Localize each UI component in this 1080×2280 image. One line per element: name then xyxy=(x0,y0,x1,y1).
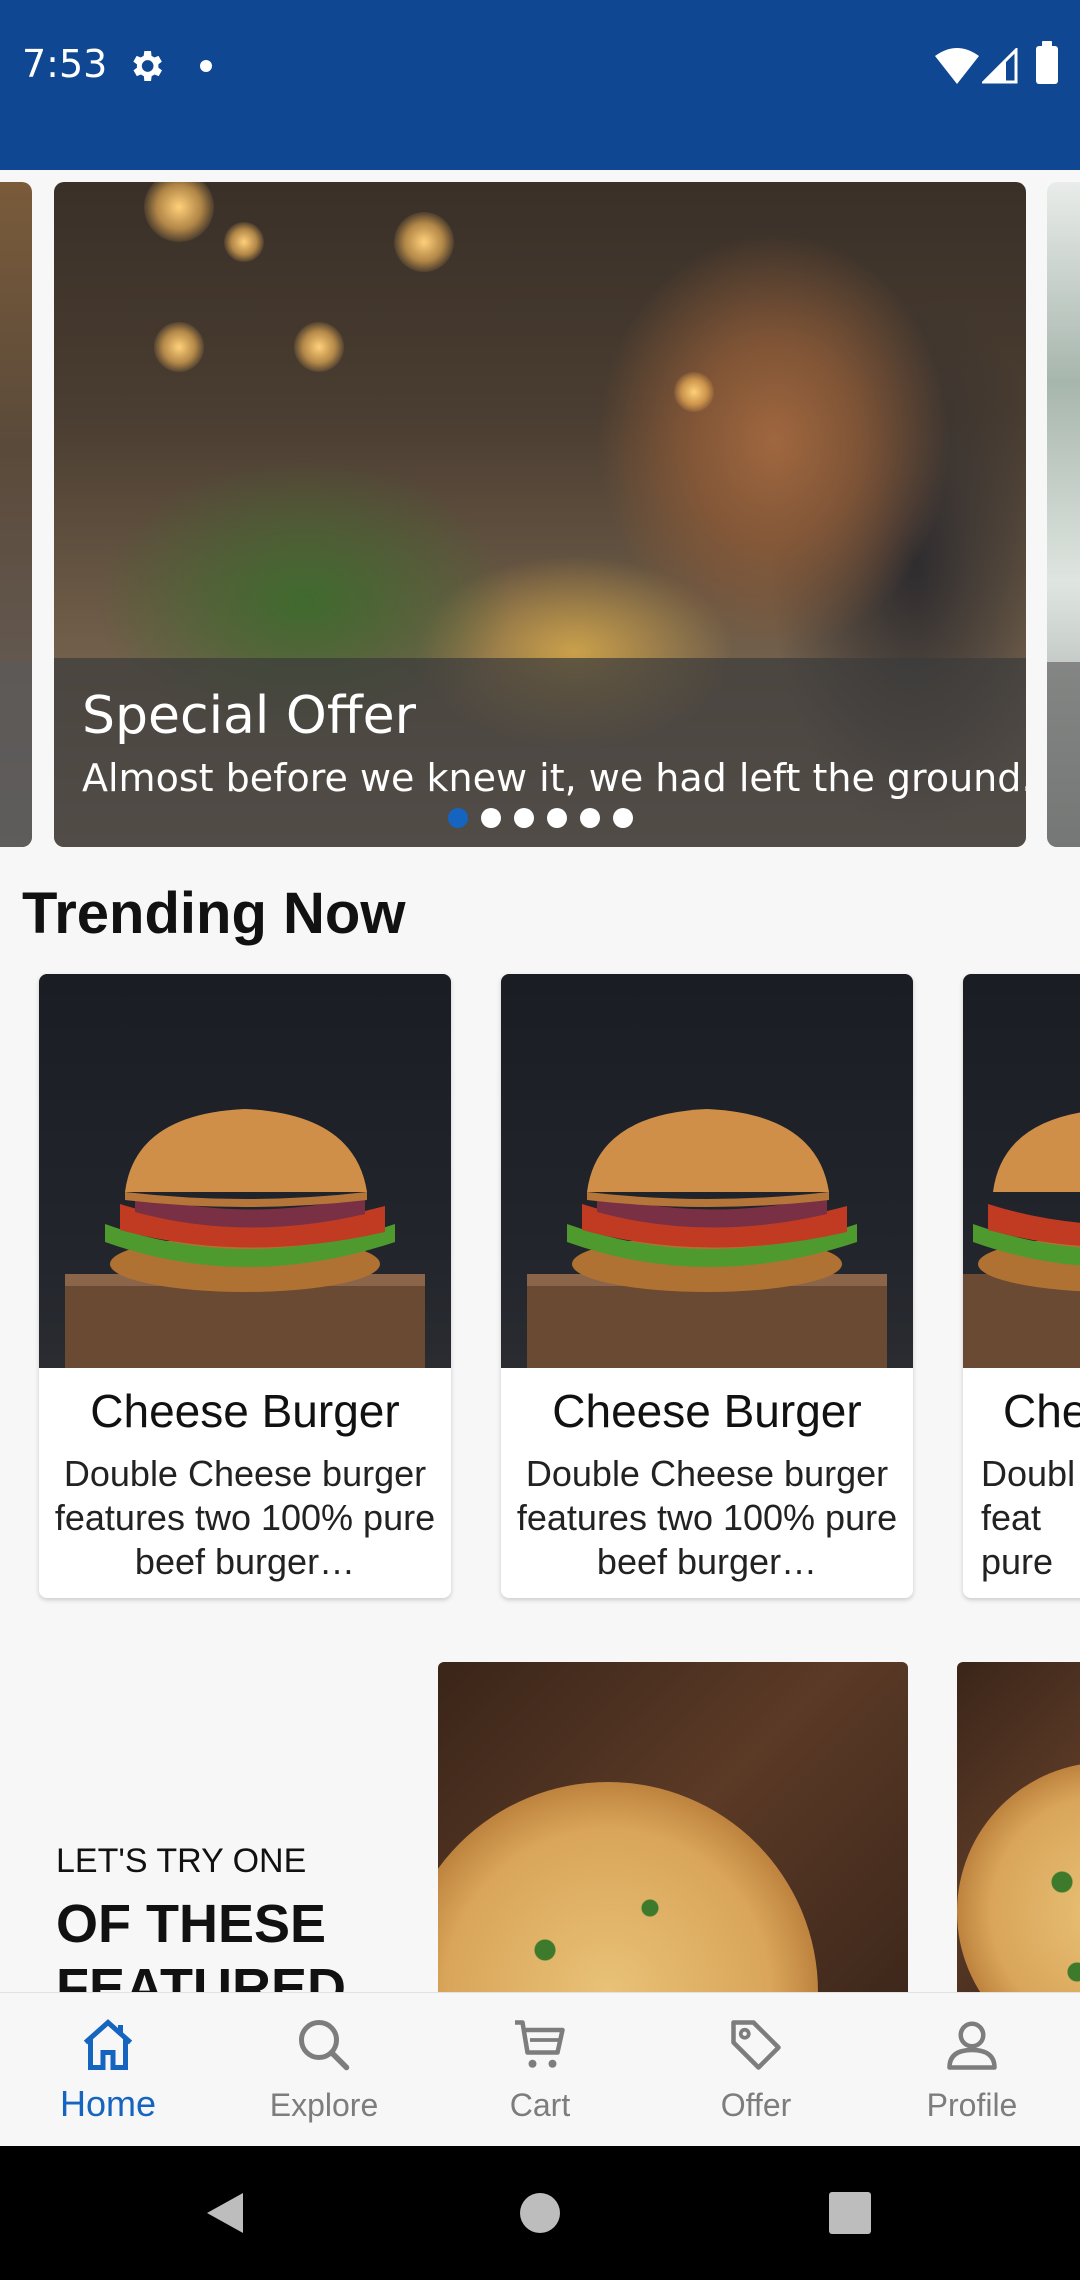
burger-image xyxy=(963,1112,1080,1368)
nav-label: Cart xyxy=(509,2087,571,2123)
featured-item[interactable] xyxy=(957,1662,1080,2002)
photo-light xyxy=(674,372,714,412)
signal-icon xyxy=(982,48,1018,84)
home-icon xyxy=(83,2019,133,2070)
photo-light xyxy=(394,212,454,272)
recents-icon[interactable] xyxy=(829,2192,871,2234)
tag-icon xyxy=(731,2020,781,2070)
nav-profile[interactable]: Profile xyxy=(864,1993,1080,2147)
product-card[interactable]: Cheese Burger Double Cheese burger featu… xyxy=(501,974,913,1598)
nav-offer[interactable]: Offer xyxy=(648,1993,864,2147)
featured-subtitle: LET'S TRY ONE xyxy=(56,1842,307,1880)
product-description: Double Cheese burger features two 100% p… xyxy=(54,1453,436,1582)
nav-home[interactable]: Home xyxy=(0,1993,216,2147)
photo-light xyxy=(294,322,344,372)
photo-light xyxy=(154,322,204,372)
product-card[interactable]: Che Doubl feat pure xyxy=(963,974,1080,1598)
app-screen: 7:53 Special Offer Almost before we knew… xyxy=(0,0,1080,2280)
status-bar: 7:53 xyxy=(0,0,1080,170)
offer-carousel[interactable]: Special Offer Almost before we knew it, … xyxy=(0,182,1080,847)
nav-cart[interactable]: Cart xyxy=(432,1993,648,2147)
notification-dot-icon xyxy=(200,60,212,72)
photo-light xyxy=(224,222,264,262)
nav-explore[interactable]: Explore xyxy=(216,1993,432,2147)
slide-title: Special Offer xyxy=(82,686,417,746)
battery-icon xyxy=(1036,41,1058,84)
featured-item[interactable] xyxy=(438,1662,908,2002)
burger-image xyxy=(65,1109,425,1368)
product-image xyxy=(963,974,1080,1368)
product-title: Che xyxy=(1003,1385,1080,1437)
carousel-dot[interactable] xyxy=(448,808,468,828)
carousel-indicator xyxy=(0,808,1080,830)
back-icon[interactable] xyxy=(205,2191,245,2235)
carousel-dot[interactable] xyxy=(580,808,600,828)
product-title: Cheese Burger xyxy=(90,1385,400,1437)
nav-label: Explore xyxy=(269,2087,379,2123)
product-image xyxy=(39,974,451,1368)
product-image xyxy=(501,974,913,1368)
burger-image xyxy=(527,1109,887,1368)
product-card[interactable]: Cheese Burger Double Cheese burger featu… xyxy=(39,974,451,1598)
nav-label: Offer xyxy=(720,2087,792,2123)
home-circle-icon[interactable] xyxy=(519,2192,561,2234)
product-description: Doubl feat pure xyxy=(981,1453,1076,1582)
wifi-icon xyxy=(935,48,979,84)
pizza-image xyxy=(438,1782,818,2002)
photo-light xyxy=(144,182,214,242)
trending-title: Trending Now xyxy=(22,881,406,946)
carousel-dot[interactable] xyxy=(613,808,633,828)
nav-label: Profile xyxy=(926,2087,1018,2123)
status-time: 7:53 xyxy=(22,42,108,86)
carousel-slide-next[interactable] xyxy=(1047,182,1080,847)
carousel-dot[interactable] xyxy=(514,808,534,828)
carousel-dot[interactable] xyxy=(547,808,567,828)
nav-label: Home xyxy=(59,2083,157,2124)
carousel-slide-current[interactable]: Special Offer Almost before we knew it, … xyxy=(54,182,1026,847)
search-icon xyxy=(299,2020,350,2071)
carousel-slide-previous[interactable] xyxy=(0,182,32,847)
person-icon xyxy=(947,2021,997,2070)
slide-text: Almost before we knew it, we had left th… xyxy=(82,756,1026,800)
settings-gear-icon xyxy=(133,51,162,81)
cart-icon xyxy=(515,2020,565,2068)
bottom-navigation: Home Explore Cart Offer Profile xyxy=(0,1992,1080,2147)
product-description: Double Cheese burger features two 100% p… xyxy=(516,1453,898,1582)
carousel-dot[interactable] xyxy=(481,808,501,828)
system-navigation-bar xyxy=(0,2146,1080,2280)
product-title: Cheese Burger xyxy=(552,1385,862,1437)
pizza-image xyxy=(957,1762,1080,2002)
